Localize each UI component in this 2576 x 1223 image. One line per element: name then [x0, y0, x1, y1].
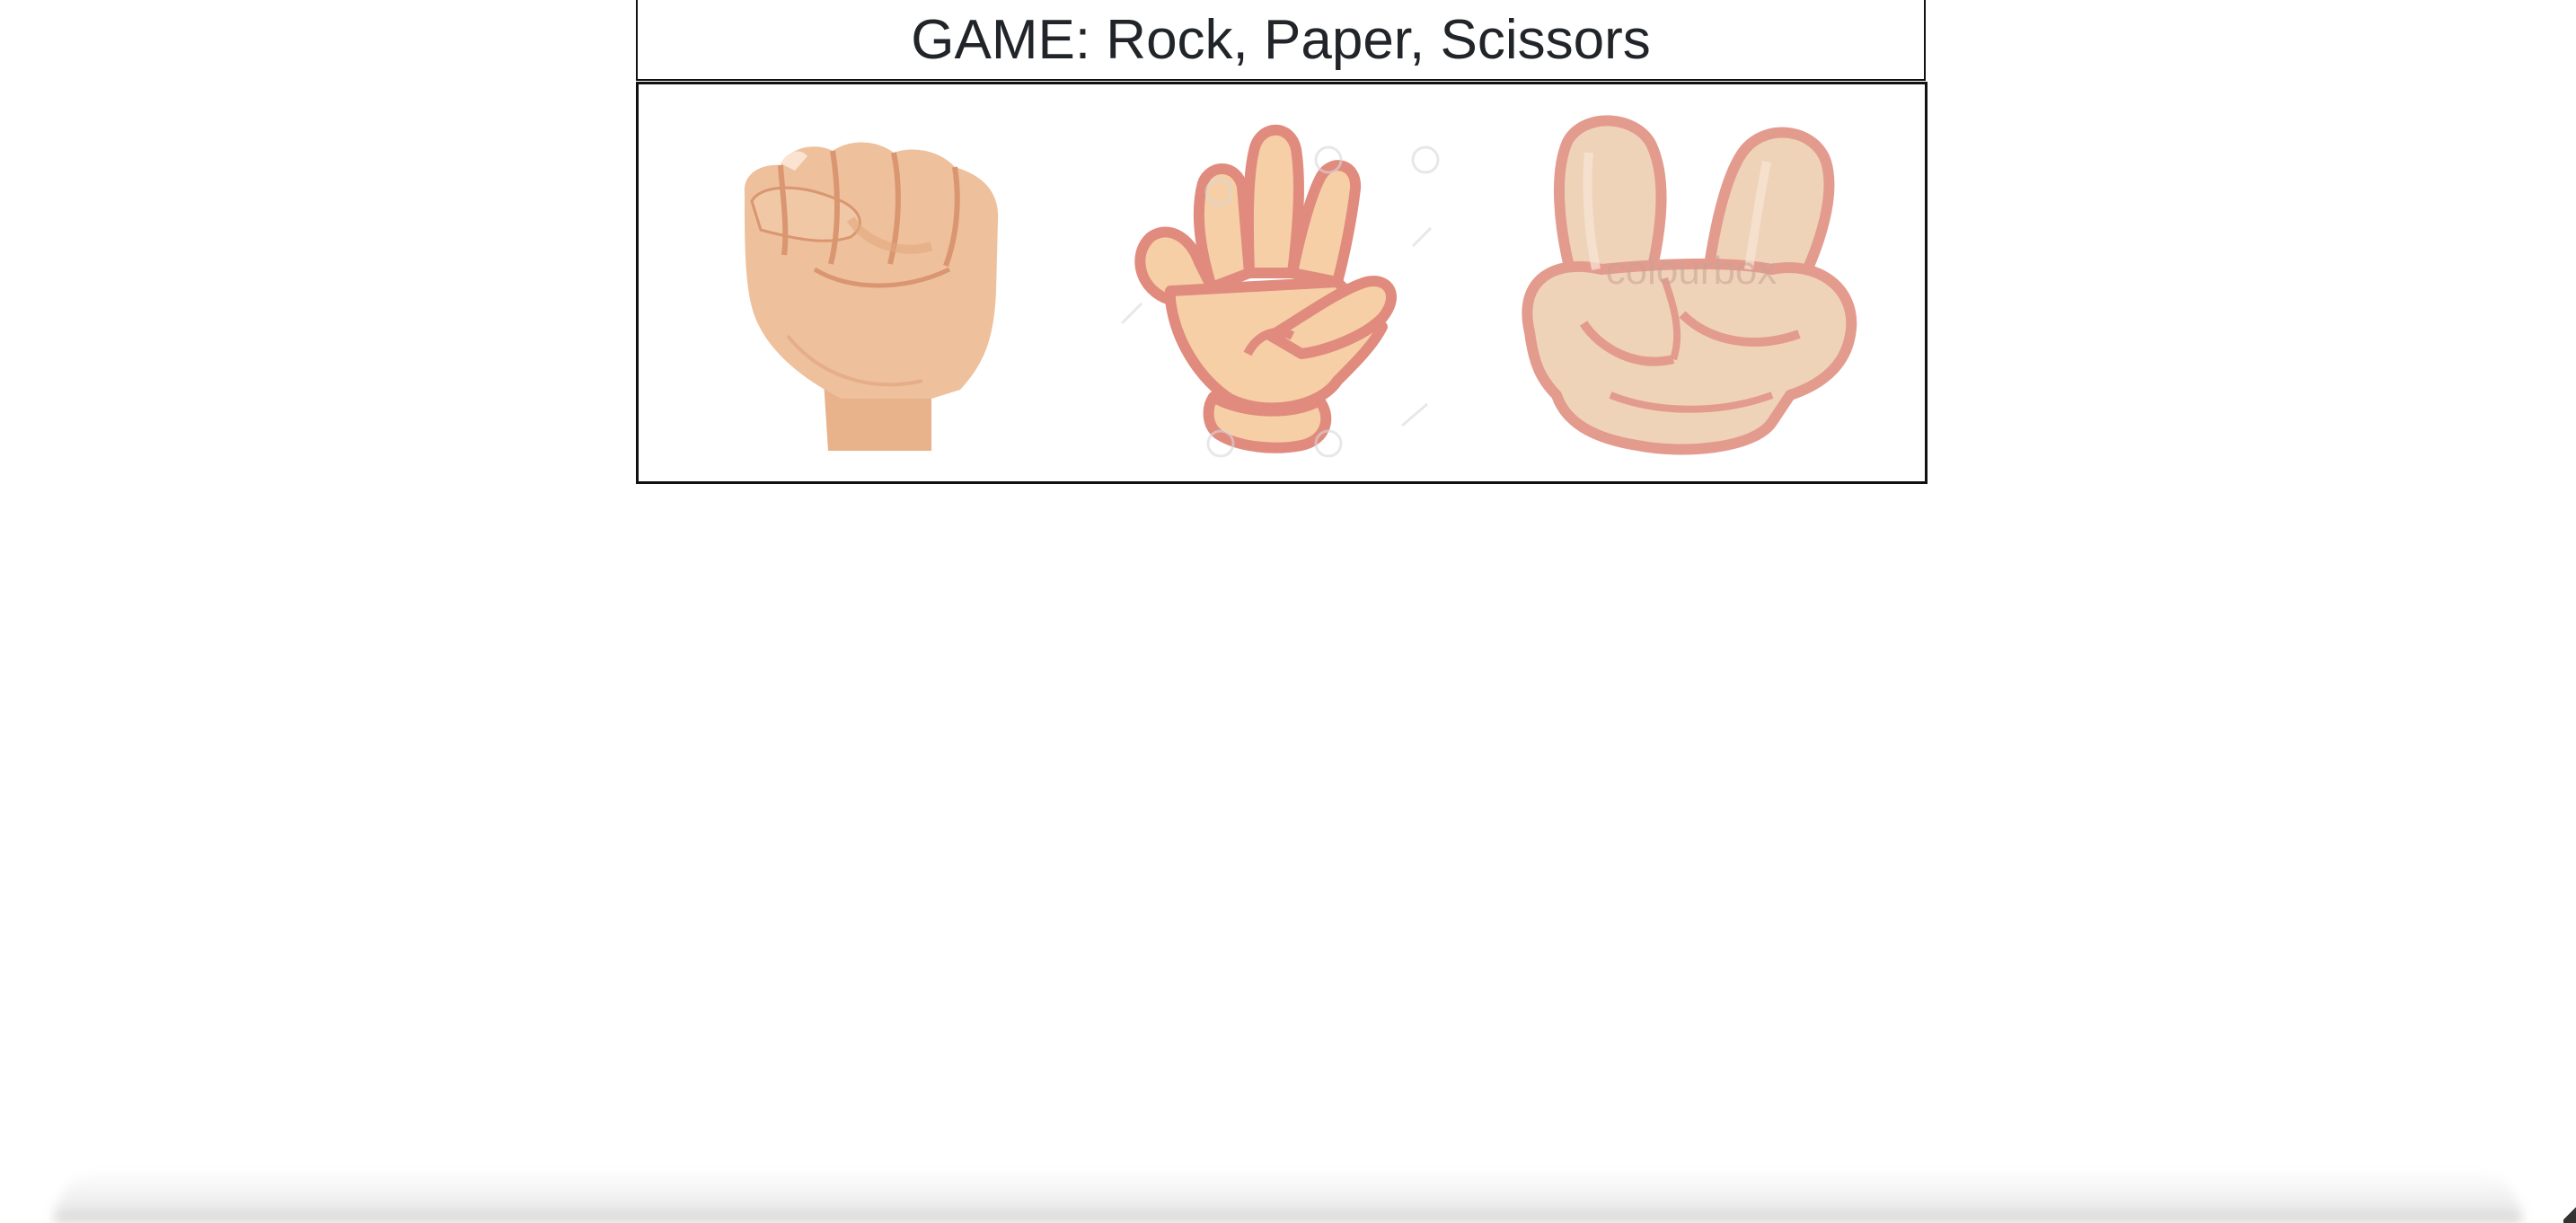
scissors-watermark: colourbox: [1606, 249, 1778, 293]
title-box: GAME: Rock, Paper, Scissors: [636, 0, 1926, 81]
paper-open-hand-icon[interactable]: [1113, 111, 1445, 471]
choices-panel: colourbox: [636, 82, 1928, 484]
rock-fist-icon[interactable]: [725, 111, 1012, 453]
scissors-two-fingers-icon[interactable]: colourbox: [1503, 99, 1880, 467]
paper-choice[interactable]: [1113, 111, 1445, 471]
window-bottom-shadow: [54, 1169, 2522, 1223]
scissors-choice[interactable]: colourbox: [1503, 99, 1880, 467]
rock-choice[interactable]: [725, 111, 1012, 453]
resize-corner-icon[interactable]: [2563, 1203, 2576, 1223]
game-page: GAME: Rock, Paper, Scissors colourbox: [0, 0, 2576, 1223]
page-title: GAME: Rock, Paper, Scissors: [911, 9, 1651, 71]
